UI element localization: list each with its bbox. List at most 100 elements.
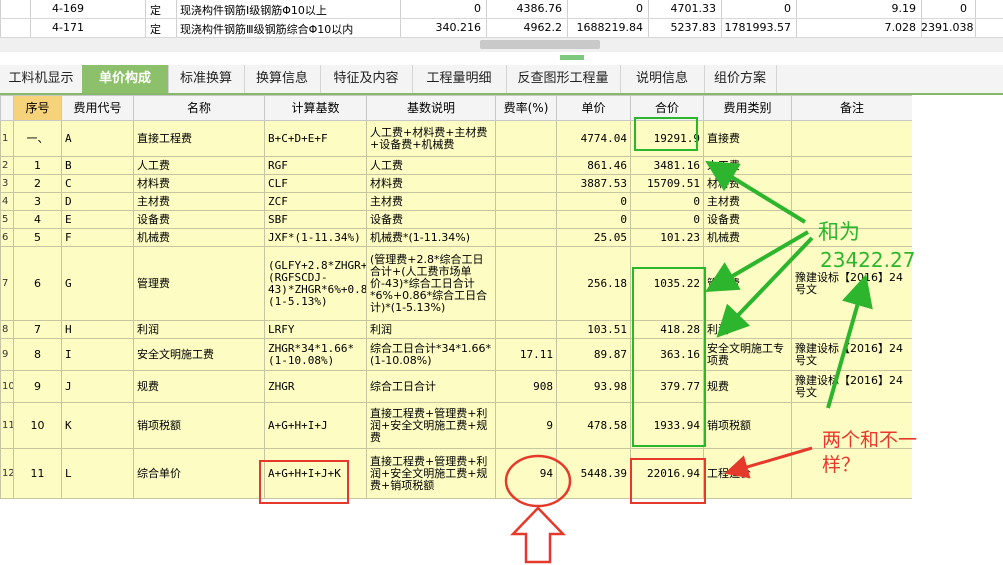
cell-total[interactable]: 15709.51 [630, 174, 704, 193]
upper-list-row[interactable]: 4-171 定 现浇构件钢筋Ⅲ级钢筋综合Φ10以内 340.216 4962.2 1688… [0, 19, 1003, 38]
cell-base[interactable]: A+G+H+I+J [264, 402, 367, 449]
table-row[interactable]: 8 7 H 利润 LRFY 利润 103.51 418.28 利润 [0, 320, 913, 339]
cell-total[interactable]: 1035.22 [630, 246, 704, 321]
cell-base[interactable]: B+C+D+E+F [264, 120, 367, 157]
cell-code[interactable]: C [61, 174, 134, 193]
cell-desc[interactable]: 人工费 [366, 156, 496, 175]
cell-seq[interactable]: 8 [13, 338, 62, 371]
cell-total[interactable]: 101.23 [630, 228, 704, 247]
cell-total[interactable]: 1933.94 [630, 402, 704, 449]
cell-base[interactable]: SBF [264, 210, 367, 229]
cell-name[interactable]: 规费 [133, 370, 265, 403]
cell-name[interactable]: 材料费 [133, 174, 265, 193]
cell-seq[interactable]: 4 [13, 210, 62, 229]
cell-code[interactable]: F [61, 228, 134, 247]
cell-code[interactable]: D [61, 192, 134, 211]
cell-price[interactable]: 478.58 [556, 402, 631, 449]
cell-total[interactable]: 0 [630, 210, 704, 229]
tab-8[interactable]: 组价方案 [704, 65, 777, 93]
cell-rate[interactable] [495, 192, 557, 211]
cell-name[interactable]: 管理费 [133, 246, 265, 321]
tab-2[interactable]: 标准换算 [168, 65, 245, 93]
cell-code[interactable]: H [61, 320, 134, 339]
column-header-9[interactable]: 备注 [791, 95, 913, 121]
cell-total[interactable]: 418.28 [630, 320, 704, 339]
table-row[interactable]: 3 2 C 材料费 CLF 材料费 3887.53 15709.51 材料费 [0, 174, 913, 193]
cell-price[interactable]: 93.98 [556, 370, 631, 403]
cell-seq[interactable]: 3 [13, 192, 62, 211]
table-row[interactable]: 2 1 B 人工费 RGF 人工费 861.46 3481.16 人工费 [0, 156, 913, 175]
cell-note[interactable]: 豫建设标【2016】24号文 [791, 370, 913, 403]
table-row[interactable]: 5 4 E 设备费 SBF 设备费 0 0 设备费 [0, 210, 913, 229]
cell-code[interactable]: G [61, 246, 134, 321]
cell-base[interactable]: LRFY [264, 320, 367, 339]
cell-cat[interactable]: 人工费 [703, 156, 792, 175]
cell-base[interactable]: (GLFY+2.8*ZHGR+(RGFSCDJ-43)*ZHGR*6%+0.86… [264, 246, 367, 321]
cell-base[interactable]: CLF [264, 174, 367, 193]
cell-base[interactable]: ZHGR*34*1.66*(1-10.08%) [264, 338, 367, 371]
cell-rate[interactable]: 9 [495, 402, 557, 449]
cell-rate[interactable] [495, 246, 557, 321]
cell-total[interactable]: 3481.16 [630, 156, 704, 175]
column-header-0[interactable]: 序号 [13, 95, 62, 121]
cell-cat[interactable]: 机械费 [703, 228, 792, 247]
table-row[interactable]: 7 6 G 管理费 (GLFY+2.8*ZHGR+(RGFSCDJ-43)*ZHGR*6… [0, 246, 913, 321]
cell-price[interactable]: 0 [556, 210, 631, 229]
cell-name[interactable]: 机械费 [133, 228, 265, 247]
cell-cat[interactable]: 直接费 [703, 120, 792, 157]
cell-price[interactable]: 5448.39 [556, 448, 631, 499]
cell-desc[interactable]: 人工费+材料费+主材费+设备费+机械费 [366, 120, 496, 157]
cell-rate[interactable]: 17.11 [495, 338, 557, 371]
cell-name[interactable]: 直接工程费 [133, 120, 265, 157]
table-row[interactable]: 9 8 I 安全文明施工费 ZHGR*34*1.66*(1-10.08%) 综合工日合计*… [0, 338, 913, 371]
cell-total[interactable]: 19291.9 [630, 120, 704, 157]
cell-desc[interactable]: 直接工程费+管理费+利润+安全文明施工费+规费+销项税额 [366, 448, 496, 499]
cell-code[interactable]: I [61, 338, 134, 371]
cell-price[interactable]: 256.18 [556, 246, 631, 321]
cell-seq[interactable]: 2 [13, 174, 62, 193]
cell-name[interactable]: 设备费 [133, 210, 265, 229]
cell-code[interactable]: A [61, 120, 134, 157]
cell-base[interactable]: RGF [264, 156, 367, 175]
tab-5[interactable]: 工程量明细 [412, 65, 507, 93]
cell-total[interactable]: 22016.94 [630, 448, 704, 499]
cell-code[interactable]: J [61, 370, 134, 403]
cell-name[interactable]: 利润 [133, 320, 265, 339]
cell-rate[interactable]: 94 [495, 448, 557, 499]
table-row[interactable]: 6 5 F 机械费 JXF*(1-11.34%) 机械费*(1-11.34%) 25.05 1… [0, 228, 913, 247]
column-header-5[interactable]: 费率(%) [495, 95, 557, 121]
tab-0[interactable]: 工料机显示 [0, 65, 83, 93]
cell-price[interactable]: 4774.04 [556, 120, 631, 157]
column-header-1[interactable]: 费用代号 [61, 95, 134, 121]
cell-cat[interactable]: 利润 [703, 320, 792, 339]
cell-code[interactable]: L [61, 448, 134, 499]
cell-desc[interactable]: 机械费*(1-11.34%) [366, 228, 496, 247]
cell-desc[interactable]: 综合工日合计 [366, 370, 496, 403]
cell-name[interactable]: 安全文明施工费 [133, 338, 265, 371]
cell-rate[interactable] [495, 156, 557, 175]
table-row[interactable]: 1 一、 A 直接工程费 B+C+D+E+F 人工费+材料费+主材费+设备费+机械费 477… [0, 120, 913, 157]
cell-rate[interactable] [495, 174, 557, 193]
tab-7[interactable]: 说明信息 [620, 65, 705, 93]
pane-splitter-handle[interactable] [560, 55, 584, 60]
table-row[interactable]: 10 9 J 规费 ZHGR 综合工日合计 908 93.98 379.77 规费 豫建设标【201… [0, 370, 913, 403]
cell-rate[interactable]: 908 [495, 370, 557, 403]
cell-price[interactable]: 103.51 [556, 320, 631, 339]
cell-rate[interactable] [495, 228, 557, 247]
cell-rate[interactable] [495, 120, 557, 157]
cell-base[interactable]: ZCF [264, 192, 367, 211]
cell-code[interactable]: B [61, 156, 134, 175]
cell-base[interactable]: JXF*(1-11.34%) [264, 228, 367, 247]
scrollbar-thumb[interactable] [480, 40, 600, 49]
cell-desc[interactable]: 主材费 [366, 192, 496, 211]
cell-desc[interactable]: 直接工程费+管理费+利润+安全文明施工费+规费 [366, 402, 496, 449]
cell-desc[interactable]: 利润 [366, 320, 496, 339]
cell-cat[interactable]: 材料费 [703, 174, 792, 193]
cell-price[interactable]: 861.46 [556, 156, 631, 175]
cell-rate[interactable] [495, 210, 557, 229]
cell-desc[interactable]: 材料费 [366, 174, 496, 193]
cell-total[interactable]: 0 [630, 192, 704, 211]
cell-code[interactable]: K [61, 402, 134, 449]
cell-price[interactable]: 89.87 [556, 338, 631, 371]
cell-seq[interactable]: 10 [13, 402, 62, 449]
